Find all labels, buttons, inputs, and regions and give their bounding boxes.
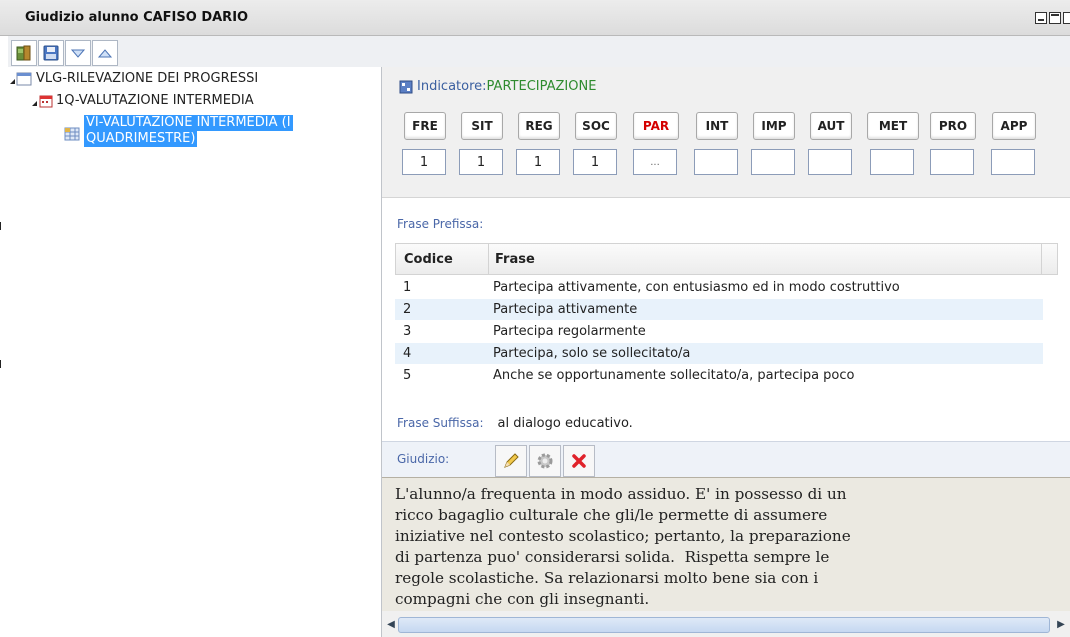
code-button-met[interactable]: MET (867, 112, 919, 140)
indicator-label: Indicatore: (417, 79, 487, 94)
cell-codice: 4 (403, 346, 412, 361)
expanded-triangle-icon (32, 101, 37, 106)
window-title: Giudizio alunno CAFISO DARIO (25, 10, 249, 25)
scroll-left-icon[interactable]: ◀ (384, 617, 398, 631)
frase-suffissa-value: al dialogo educativo. (497, 415, 633, 431)
code-value-int[interactable] (694, 149, 738, 175)
tree-leaf-label-line2: QUADRIMESTRE) (84, 131, 198, 147)
code-value-met[interactable] (870, 149, 914, 175)
code-value-soc[interactable]: 1 (573, 149, 617, 175)
cell-codice: 5 (403, 368, 412, 383)
edge-mark (0, 360, 1, 368)
column-divider (1041, 244, 1042, 274)
table-row[interactable]: 5 Anche se opportunamente sollecitato/a, … (395, 365, 1043, 386)
minimize-button[interactable] (1035, 12, 1047, 24)
collapse-button[interactable] (92, 40, 118, 66)
frase-suffissa-label: Frase Suffissa: (397, 416, 484, 430)
table-row[interactable]: 3 Partecipa regolarmente (395, 321, 1043, 342)
cell-codice: 3 (403, 324, 412, 339)
code-button-par[interactable]: PAR (633, 112, 679, 140)
giudizio-label: Giudizio: (397, 452, 450, 466)
table-row[interactable]: 1 Partecipa attivamente, con entusiasmo e… (395, 277, 1043, 298)
close-icon (572, 454, 586, 468)
column-header-codice[interactable]: Codice (404, 252, 453, 267)
cell-codice: 2 (403, 302, 412, 317)
cell-frase: Partecipa attivamente (493, 302, 638, 317)
table-row[interactable]: 4 Partecipa, solo se sollecitato/a (395, 343, 1043, 364)
exit-button[interactable] (11, 40, 37, 66)
cell-codice: 1 (403, 280, 412, 295)
list-icon (16, 72, 32, 85)
window-controls (1035, 12, 1070, 24)
code-value-par[interactable]: ... (633, 149, 677, 175)
code-value-sit[interactable]: 1 (459, 149, 503, 175)
indicator-icon (399, 80, 413, 93)
settings-button[interactable] (529, 445, 561, 477)
column-header-frase[interactable]: Frase (495, 252, 535, 267)
indicator-value: PARTECIPAZIONE (486, 79, 597, 94)
save-icon (43, 45, 59, 61)
exit-icon (16, 45, 31, 61)
frase-prefissa-label: Frase Prefissa: (397, 217, 484, 231)
code-value-reg[interactable]: 1 (516, 149, 560, 175)
code-value-fre[interactable]: 1 (402, 149, 446, 175)
horizontal-scrollbar[interactable]: ◀ ▶ (382, 611, 1070, 637)
scrollbar-thumb[interactable] (398, 617, 1050, 633)
gear-icon (537, 453, 553, 469)
grid-header: Codice Frase (395, 243, 1058, 275)
tree-leaf-label-line1: VI-VALUTAZIONE INTERMEDIA (I (84, 115, 293, 131)
scroll-right-icon[interactable]: ▶ (1054, 617, 1068, 631)
code-value-aut[interactable] (808, 149, 852, 175)
code-value-pro[interactable] (930, 149, 974, 175)
tree-root-label: VLG-RILEVAZIONE DEI PROGRESSI (36, 71, 259, 86)
tree-node-root[interactable]: VLG-RILEVAZIONE DEI PROGRESSI (10, 71, 258, 86)
cell-frase: Partecipa regolarmente (493, 324, 646, 339)
expand-button[interactable] (65, 40, 91, 66)
cell-frase: Partecipa, solo se sollecitato/a (493, 346, 691, 361)
collapse-up-icon (97, 49, 113, 58)
cell-frase: Anche se opportunamente sollecitato/a, p… (493, 368, 855, 383)
code-value-app[interactable] (991, 149, 1035, 175)
expanded-triangle-icon (10, 79, 15, 84)
grid-icon (64, 127, 80, 141)
close-button[interactable] (1063, 12, 1070, 24)
code-button-fre[interactable]: FRE (404, 112, 446, 140)
code-button-pro[interactable]: PRO (930, 112, 976, 140)
window-titlebar: Giudizio alunno CAFISO DARIO (0, 0, 1070, 36)
column-divider (488, 244, 489, 274)
cell-frase: Partecipa attivamente, con entusiasmo ed… (493, 280, 900, 295)
pencil-icon (504, 453, 519, 468)
edit-button[interactable] (495, 445, 527, 477)
detail-panel: Indicatore: PARTECIPAZIONE FRE 1 SIT 1 REG 1 SO… (382, 67, 1070, 637)
giudizio-toolbar: Giudizio: (382, 441, 1070, 478)
indicator-title: Indicatore: PARTECIPAZIONE (399, 79, 596, 94)
calendar-icon (39, 95, 53, 107)
frase-grid: Codice Frase 1 Partecipa attivamente, con… (395, 243, 1058, 403)
delete-button[interactable] (563, 445, 595, 477)
indicator-panel: Indicatore: PARTECIPAZIONE FRE 1 SIT 1 REG 1 SO… (382, 67, 1070, 198)
giudizio-textarea[interactable]: L'alunno/a frequenta in modo assiduo. E'… (382, 477, 1070, 611)
code-button-int[interactable]: INT (696, 112, 738, 140)
tree-child-label: 1Q-VALUTAZIONE INTERMEDIA (56, 93, 254, 108)
edge-mark (0, 222, 1, 230)
tree-node-child[interactable]: 1Q-VALUTAZIONE INTERMEDIA (32, 93, 254, 108)
tree-panel: VLG-RILEVAZIONE DEI PROGRESSI 1Q-VALUTAZ… (8, 67, 382, 637)
code-value-imp[interactable] (751, 149, 795, 175)
expand-down-icon (70, 49, 86, 58)
tree-node-leaf[interactable]: VI-VALUTAZIONE INTERMEDIA (I QUADRIMESTR… (64, 115, 293, 147)
table-row[interactable]: 2 Partecipa attivamente (395, 299, 1043, 320)
code-button-aut[interactable]: AUT (810, 112, 852, 140)
code-button-app[interactable]: APP (992, 112, 1036, 140)
toolbar (8, 36, 1070, 68)
code-button-soc[interactable]: SOC (575, 112, 617, 140)
code-button-sit[interactable]: SIT (461, 112, 503, 140)
maximize-button[interactable] (1049, 12, 1061, 24)
frase-suffissa-row: Frase Suffissa: al dialogo educativo. (382, 407, 1070, 439)
code-button-imp[interactable]: IMP (753, 112, 795, 140)
code-button-reg[interactable]: REG (518, 112, 560, 140)
save-button[interactable] (38, 40, 64, 66)
